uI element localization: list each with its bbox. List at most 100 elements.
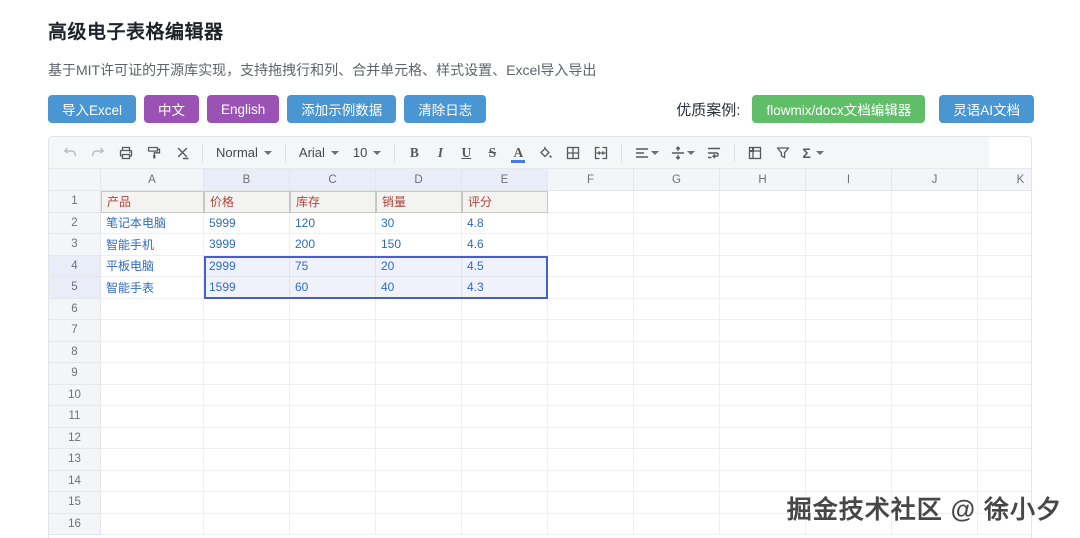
column-header-J[interactable]: J xyxy=(892,169,978,191)
cell-H9[interactable] xyxy=(720,363,806,385)
column-header-G[interactable]: G xyxy=(634,169,720,191)
cell-K9[interactable] xyxy=(978,363,1032,385)
row-header-12[interactable]: 12 xyxy=(49,428,101,450)
cell-A12[interactable] xyxy=(101,428,204,450)
select-all-corner[interactable] xyxy=(49,169,101,191)
cell-A11[interactable] xyxy=(101,406,204,428)
cell-H14[interactable] xyxy=(720,471,806,493)
cell-B9[interactable] xyxy=(204,363,290,385)
cell-J11[interactable] xyxy=(892,406,978,428)
row-header-14[interactable]: 14 xyxy=(49,471,101,493)
cell-C8[interactable] xyxy=(290,342,376,364)
cell-I11[interactable] xyxy=(806,406,892,428)
cell-C6[interactable] xyxy=(290,299,376,321)
cell-G7[interactable] xyxy=(634,320,720,342)
cell-G10[interactable] xyxy=(634,385,720,407)
column-header-C[interactable]: C xyxy=(290,169,376,191)
cell-B4[interactable]: 2999 xyxy=(204,256,290,278)
cell-I12[interactable] xyxy=(806,428,892,450)
cell-I10[interactable] xyxy=(806,385,892,407)
cell-B10[interactable] xyxy=(204,385,290,407)
cell-A10[interactable] xyxy=(101,385,204,407)
cell-C4[interactable]: 75 xyxy=(290,256,376,278)
cell-B16[interactable] xyxy=(204,514,290,536)
cell-E4[interactable]: 4.5 xyxy=(462,256,548,278)
cell-C9[interactable] xyxy=(290,363,376,385)
cell-K6[interactable] xyxy=(978,299,1032,321)
cell-H8[interactable] xyxy=(720,342,806,364)
showcase-flowmix-button[interactable]: flowmix/docx文档编辑器 xyxy=(752,95,925,123)
column-header-E[interactable]: E xyxy=(462,169,548,191)
cell-A6[interactable] xyxy=(101,299,204,321)
undo-icon[interactable] xyxy=(59,141,81,165)
column-header-F[interactable]: F xyxy=(548,169,634,191)
cell-F9[interactable] xyxy=(548,363,634,385)
cell-K13[interactable] xyxy=(978,449,1032,471)
cell-C1[interactable]: 库存 xyxy=(290,191,376,213)
cell-G3[interactable] xyxy=(634,234,720,256)
cell-J5[interactable] xyxy=(892,277,978,299)
cell-B15[interactable] xyxy=(204,492,290,514)
cell-K8[interactable] xyxy=(978,342,1032,364)
cell-B2[interactable]: 5999 xyxy=(204,213,290,235)
cell-A5[interactable]: 智能手表 xyxy=(101,277,204,299)
cell-I4[interactable] xyxy=(806,256,892,278)
cell-J9[interactable] xyxy=(892,363,978,385)
cell-J7[interactable] xyxy=(892,320,978,342)
cell-J8[interactable] xyxy=(892,342,978,364)
cell-G8[interactable] xyxy=(634,342,720,364)
text-wrap-icon[interactable] xyxy=(703,141,725,165)
cell-I6[interactable] xyxy=(806,299,892,321)
cell-E13[interactable] xyxy=(462,449,548,471)
cell-J14[interactable] xyxy=(892,471,978,493)
cell-E10[interactable] xyxy=(462,385,548,407)
cell-D12[interactable] xyxy=(376,428,462,450)
cell-C2[interactable]: 120 xyxy=(290,213,376,235)
cell-B13[interactable] xyxy=(204,449,290,471)
cell-D8[interactable] xyxy=(376,342,462,364)
cell-E15[interactable] xyxy=(462,492,548,514)
cell-C14[interactable] xyxy=(290,471,376,493)
row-header-16[interactable]: 16 xyxy=(49,514,101,536)
lang-zh-button[interactable]: 中文 xyxy=(144,95,199,123)
cell-E5[interactable]: 4.3 xyxy=(462,277,548,299)
cell-I3[interactable] xyxy=(806,234,892,256)
print-icon[interactable] xyxy=(115,141,137,165)
cell-D1[interactable]: 销量 xyxy=(376,191,462,213)
freeze-icon[interactable] xyxy=(744,141,766,165)
cell-D6[interactable] xyxy=(376,299,462,321)
bold-button[interactable]: B xyxy=(404,141,424,165)
cell-F15[interactable] xyxy=(548,492,634,514)
cell-F4[interactable] xyxy=(548,256,634,278)
lang-en-button[interactable]: English xyxy=(207,95,279,123)
filter-icon[interactable] xyxy=(772,141,794,165)
cell-I5[interactable] xyxy=(806,277,892,299)
cell-K1[interactable] xyxy=(978,191,1032,213)
cell-H4[interactable] xyxy=(720,256,806,278)
cell-I9[interactable] xyxy=(806,363,892,385)
strikethrough-button[interactable]: S xyxy=(482,141,502,165)
merge-cells-icon[interactable] xyxy=(590,141,612,165)
cell-J1[interactable] xyxy=(892,191,978,213)
cell-B5[interactable]: 1599 xyxy=(204,277,290,299)
cell-G16[interactable] xyxy=(634,514,720,536)
cell-F6[interactable] xyxy=(548,299,634,321)
cell-G12[interactable] xyxy=(634,428,720,450)
cell-C7[interactable] xyxy=(290,320,376,342)
row-header-10[interactable]: 10 xyxy=(49,385,101,407)
cell-C15[interactable] xyxy=(290,492,376,514)
column-header-D[interactable]: D xyxy=(376,169,462,191)
row-header-8[interactable]: 8 xyxy=(49,342,101,364)
cell-G11[interactable] xyxy=(634,406,720,428)
cell-H15[interactable] xyxy=(720,492,806,514)
cell-D15[interactable] xyxy=(376,492,462,514)
cell-C3[interactable]: 200 xyxy=(290,234,376,256)
cell-A9[interactable] xyxy=(101,363,204,385)
cell-D9[interactable] xyxy=(376,363,462,385)
cell-E14[interactable] xyxy=(462,471,548,493)
add-sample-data-button[interactable]: 添加示例数据 xyxy=(287,95,396,123)
cell-K15[interactable] xyxy=(978,492,1032,514)
cell-C5[interactable]: 60 xyxy=(290,277,376,299)
cell-B3[interactable]: 3999 xyxy=(204,234,290,256)
cell-C12[interactable] xyxy=(290,428,376,450)
